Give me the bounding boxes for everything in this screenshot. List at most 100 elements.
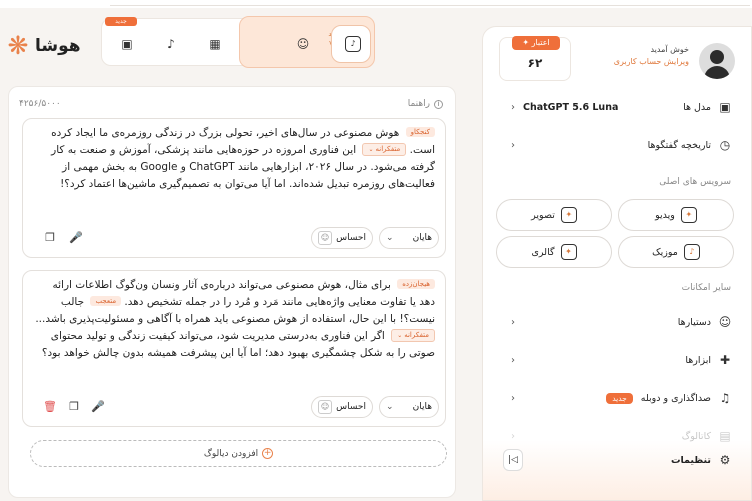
gear-icon: ⚙: [719, 453, 731, 467]
info-icon: i: [434, 99, 443, 109]
sidebar-item-label: کاتالوگ: [681, 430, 711, 442]
tool-video-icon[interactable]: ▦: [204, 33, 226, 55]
add-dialog-label: افزودن دیالوگ: [203, 448, 259, 459]
service-label: تصویر: [531, 209, 555, 221]
sidebar-item-settings[interactable]: ⚙ تنظیمات: [511, 449, 733, 471]
emotion-tag[interactable]: متفکرانه⌄: [391, 329, 435, 342]
emotion-select-label: احساس: [336, 233, 366, 243]
collapse-sidebar-button[interactable]: |◁: [503, 449, 523, 471]
service-label: ویدیو: [655, 209, 675, 221]
other-features-title: سایر امکانات: [681, 283, 731, 293]
copy-icon[interactable]: ❐: [43, 231, 57, 245]
credit-box[interactable]: ✦ اعتبار ۶۲: [499, 36, 571, 81]
emotion-select[interactable]: ☺ احساس: [311, 396, 373, 418]
credit-value: ۶۲: [527, 56, 543, 70]
voice-select-label: هایان: [412, 402, 432, 412]
microphone-icon[interactable]: 🎤: [91, 400, 105, 414]
tool-briefcase-icon[interactable]: ▣: [116, 33, 138, 55]
chevron-left-icon: ‹: [511, 354, 515, 366]
emotion-tag-label: متفکرانه: [404, 331, 429, 339]
dialog-block[interactable]: کنجکاو هوش مصنوعی در سال‌های اخیر، تحولی…: [22, 118, 446, 258]
chevron-down-icon: ⌄: [397, 332, 403, 339]
tools-icon: ✚: [719, 353, 731, 367]
emotion-icon: ☺: [318, 231, 332, 245]
service-image-button[interactable]: تصویر ✦: [496, 199, 612, 231]
chevron-left-icon: ‹: [511, 392, 515, 404]
service-video-button[interactable]: ویدیو ✦: [618, 199, 734, 231]
new-badge: جدید: [606, 392, 633, 404]
sidebar-item-faded[interactable]: ▤ کاتالوگ ‹: [511, 425, 733, 447]
service-label: موزیک: [652, 246, 678, 258]
avatar[interactable]: [699, 43, 735, 79]
sidebar-item-models[interactable]: ▣ مدل ها ChatGPT 5.6 Luna ‹: [511, 96, 733, 118]
model-value: ChatGPT 5.6 Luna: [523, 101, 619, 113]
service-music-button[interactable]: موزیک ♪: [618, 236, 734, 268]
tool-tts-button[interactable]: ♪: [331, 25, 371, 63]
credit-label: ✦ اعتبار: [512, 36, 560, 50]
sidebar-item-history[interactable]: ◷ تاریخچه گفتگوها ‹: [511, 134, 733, 156]
voice-select[interactable]: ⌄ هایان: [379, 227, 439, 249]
tool-tray: جدید ▣ ♪ ▦ ▨ ☺ ندV ♪: [101, 16, 375, 68]
plus-icon: +: [262, 448, 274, 459]
guide-label: راهنما: [407, 99, 430, 109]
emotion-select-label: احساس: [336, 402, 366, 412]
dialog-text[interactable]: کنجکاو هوش مصنوعی در سال‌های اخیر، تحولی…: [35, 125, 435, 193]
voice-select-label: هایان: [412, 233, 432, 243]
emotion-select[interactable]: ☺ احساس: [311, 227, 373, 249]
emotion-tag[interactable]: متعجب: [90, 296, 122, 306]
sidebar-item-label: تنظیمات: [670, 454, 711, 466]
tts-icon: ♪: [345, 36, 361, 52]
emotion-tag[interactable]: هیجان‌زده: [397, 279, 435, 289]
clock-icon: ◷: [719, 138, 731, 152]
robot-icon: ☺: [718, 315, 732, 329]
sidebar-item-assistants[interactable]: ☺ دستیارها ‹: [511, 311, 733, 333]
sidebar-item-label: دستیارها: [677, 316, 711, 328]
catalog-icon: ▤: [719, 429, 731, 443]
sidebar-item-label: صداگذاری و دوبله: [640, 392, 711, 404]
credit-label-text: اعتبار: [531, 38, 550, 47]
tool-sparkle-music-icon[interactable]: ♪: [160, 33, 182, 55]
sound-wave-icon: ♫: [719, 391, 731, 405]
image-icon: ✦: [560, 207, 577, 223]
delete-icon[interactable]: 🗑: [43, 400, 57, 414]
logo-mark-icon: ❋: [7, 31, 29, 60]
video-icon: ✦: [680, 207, 697, 223]
sidebar-item-label: مدل ها: [683, 101, 711, 113]
dialog-text[interactable]: هیجان‌زده برای مثال، هوش مصنوعی می‌تواند…: [35, 277, 435, 362]
chevron-down-icon: ⌄: [386, 402, 394, 412]
service-label: گالری: [531, 246, 555, 258]
sidebar-item-dubbing[interactable]: ♫ صداگذاری و دوبله جدید ‹: [511, 387, 733, 409]
emotion-tag[interactable]: کنجکاو: [405, 127, 435, 137]
guide-link[interactable]: راهنما i: [408, 99, 443, 109]
top-bar: [0, 0, 752, 8]
music-icon: ♪: [683, 244, 700, 260]
dialog-segment: اگر این فناوری به‌درستی مدیریت شود، می‌ت…: [41, 330, 435, 359]
welcome-text: خوش آمدید: [650, 45, 689, 54]
copy-icon[interactable]: ❐: [67, 400, 81, 414]
dialog-block[interactable]: هیجان‌زده برای مثال، هوش مصنوعی می‌تواند…: [22, 270, 446, 427]
emotion-tag-label: متفکرانه: [375, 145, 401, 153]
service-gallery-button[interactable]: گالری ✦: [496, 236, 612, 268]
sidebar-item-label: تاریخچه گفتگوها: [647, 139, 711, 151]
chevron-left-icon: ‹: [511, 139, 515, 151]
app-logo[interactable]: ❋ هوشا: [4, 32, 81, 60]
main-services-title: سرویس های اصلی: [659, 177, 731, 187]
chevron-down-icon: ⌄: [368, 146, 374, 153]
gallery-icon: ✦: [560, 244, 577, 260]
sidebar: خوش آمدید ویرایش حساب کاربری ✦ اعتبار ۶۲…: [482, 26, 752, 501]
add-dialog-button[interactable]: افزودن دیالوگ +: [30, 440, 447, 467]
sidebar-item-label: ابزارها: [685, 354, 711, 366]
chevron-left-icon: ‹: [511, 316, 515, 328]
emotion-icon: ☺: [318, 400, 332, 414]
microphone-icon[interactable]: 🎤: [69, 231, 83, 245]
chevron-down-icon: ⌄: [386, 233, 394, 243]
char-count: ۴۲۵۶/۵۰۰۰: [19, 99, 61, 109]
tool-robot-icon[interactable]: ☺: [292, 33, 314, 55]
edit-account-link[interactable]: ویرایش حساب کاربری: [614, 57, 689, 66]
emotion-tag[interactable]: متفکرانه⌄: [362, 143, 407, 156]
sidebar-item-tools[interactable]: ✚ ابزارها ‹: [511, 349, 733, 371]
voice-select[interactable]: ⌄ هایان: [379, 396, 439, 418]
chevron-left-icon: ‹: [511, 430, 515, 442]
app-name: هوشا: [35, 36, 81, 56]
new-badge: جدید: [105, 17, 137, 26]
